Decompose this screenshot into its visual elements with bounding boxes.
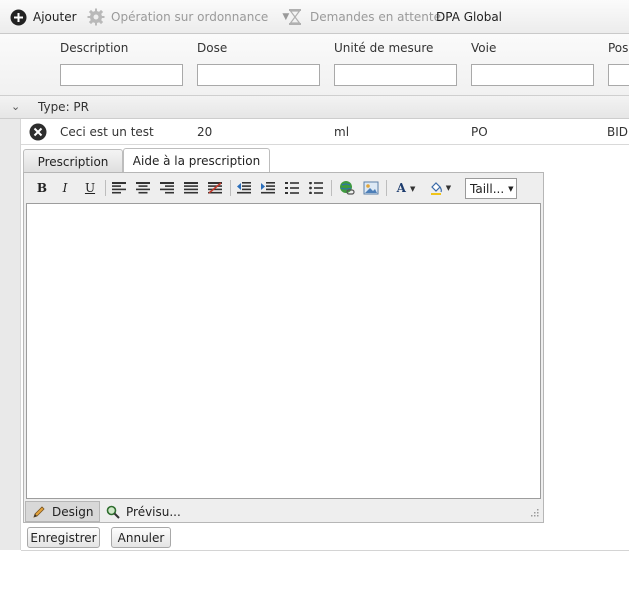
justify-button[interactable] (181, 178, 201, 198)
remove-format-icon (208, 182, 222, 194)
insert-link-button[interactable] (337, 178, 357, 198)
font-size-value: Taill... (470, 181, 505, 196)
italic-button[interactable]: I (55, 178, 75, 198)
hourglass-icon (289, 9, 301, 25)
tab-prescription-aid[interactable]: Aide à la prescription (123, 148, 270, 173)
insert-image-button[interactable] (361, 178, 381, 198)
magnifier-icon (106, 505, 120, 519)
chevron-down-icon: ▼ (445, 184, 452, 192)
column-header-unit[interactable]: Unité de mesure (334, 41, 433, 55)
align-left-button[interactable] (109, 178, 129, 198)
toolbar-separator (230, 180, 231, 196)
cell-description: Ceci est un test (60, 125, 154, 139)
add-button[interactable]: Ajouter (10, 8, 77, 26)
paint-bucket-icon (430, 182, 442, 195)
chevron-down-icon: ▼ (508, 184, 514, 193)
bold-button[interactable]: B (32, 178, 52, 198)
tab-prescription[interactable]: Prescription (23, 149, 123, 173)
italic-label: I (62, 181, 68, 195)
group-label: Type: PR (38, 100, 89, 114)
grid-header: Description Dose Unité de mesure Voie Po… (0, 34, 629, 96)
add-label: Ajouter (33, 10, 77, 24)
dpa-global-button[interactable]: DPA Global (436, 8, 502, 26)
filter-unit-input[interactable] (334, 64, 457, 86)
pending-requests-button[interactable]: Demandes en attente (288, 8, 441, 26)
close-circle-icon[interactable] (29, 123, 47, 141)
filter-route-input[interactable] (471, 64, 594, 86)
align-left-icon (112, 182, 126, 194)
align-right-button[interactable] (157, 178, 177, 198)
align-right-icon (160, 182, 174, 194)
filter-description-input[interactable] (60, 64, 183, 86)
chevron-down-icon[interactable]: ⌄ (11, 100, 20, 113)
plus-circle-icon (10, 9, 27, 25)
column-header-description[interactable]: Description (60, 41, 128, 55)
globe-link-icon (340, 181, 355, 195)
font-color-button[interactable]: A ▼ (392, 178, 420, 198)
editor-mode-bar: Design Prévisu... (24, 501, 543, 522)
save-label: Enregistrer (30, 530, 97, 545)
image-icon (363, 181, 379, 195)
editor-content-area[interactable] (26, 203, 541, 499)
cancel-button[interactable]: Annuler (111, 527, 171, 548)
group-row[interactable]: ⌄ Type: PR (0, 96, 629, 119)
pending-label: Demandes en attente (310, 10, 441, 24)
outdent-button[interactable] (234, 178, 254, 198)
design-label: Design (52, 504, 94, 519)
tab-prescription-aid-label: Aide à la prescription (132, 154, 261, 168)
indent-button[interactable] (258, 178, 278, 198)
toolbar-separator (105, 180, 106, 196)
cell-unit: ml (334, 125, 350, 139)
indent-icon (261, 182, 275, 194)
save-button[interactable]: Enregistrer (27, 527, 100, 548)
filter-dose-input[interactable] (197, 64, 320, 86)
rich-text-editor: B I U A ▼ ▼ Taill... ▼ Design Prévisu... (23, 172, 544, 523)
filter-posology-input[interactable] (608, 64, 629, 86)
toolbar-separator (386, 180, 387, 196)
font-color-glyph: A (396, 181, 406, 195)
column-header-route[interactable]: Voie (471, 41, 496, 55)
divider (21, 550, 629, 551)
table-row[interactable]: Ceci est un test 20 ml PO BID (21, 119, 629, 145)
dpa-label: DPA Global (436, 10, 503, 24)
ordered-list-button[interactable] (282, 178, 302, 198)
bullet-list-icon (309, 182, 323, 194)
cell-dose: 20 (197, 125, 213, 139)
toolbar-separator (331, 180, 332, 196)
row-gutter (0, 96, 21, 550)
chevron-down-icon: ▼ (409, 183, 416, 193)
gear-icon (87, 8, 105, 26)
column-header-posology[interactable]: Posologie (608, 41, 629, 55)
editor-toolbar: B I U A ▼ ▼ Taill... ▼ (26, 175, 541, 202)
align-center-icon (136, 182, 150, 194)
ordered-list-icon (285, 182, 299, 194)
design-mode-button[interactable]: Design (25, 501, 100, 522)
tab-prescription-label: Prescription (37, 154, 109, 169)
operation-label: Opération sur ordonnance (111, 10, 269, 24)
cell-posology: BID (607, 125, 629, 139)
align-center-button[interactable] (133, 178, 153, 198)
resize-grip-icon[interactable] (529, 507, 539, 517)
cell-route: PO (471, 125, 488, 139)
underline-button[interactable]: U (80, 178, 100, 198)
preview-label: Prévisu... (126, 504, 181, 519)
main-toolbar: Ajouter Opération sur ordonnance ▼ Deman… (0, 0, 629, 34)
highlight-color-button[interactable]: ▼ (426, 178, 454, 198)
bold-label: B (36, 181, 48, 195)
remove-format-button[interactable] (205, 178, 225, 198)
column-header-dose[interactable]: Dose (197, 41, 227, 55)
outdent-icon (237, 182, 251, 194)
pencil-icon (33, 505, 45, 518)
tab-strip: Prescription Aide à la prescription (21, 146, 629, 173)
justify-icon (184, 182, 198, 194)
bullet-list-button[interactable] (306, 178, 326, 198)
preview-mode-button[interactable]: Prévisu... (106, 501, 186, 522)
cancel-label: Annuler (117, 530, 165, 545)
operation-menu-button[interactable]: Opération sur ordonnance ▼ (87, 8, 289, 26)
font-size-select[interactable]: Taill... ▼ (465, 178, 517, 199)
underline-label: U (84, 181, 96, 195)
